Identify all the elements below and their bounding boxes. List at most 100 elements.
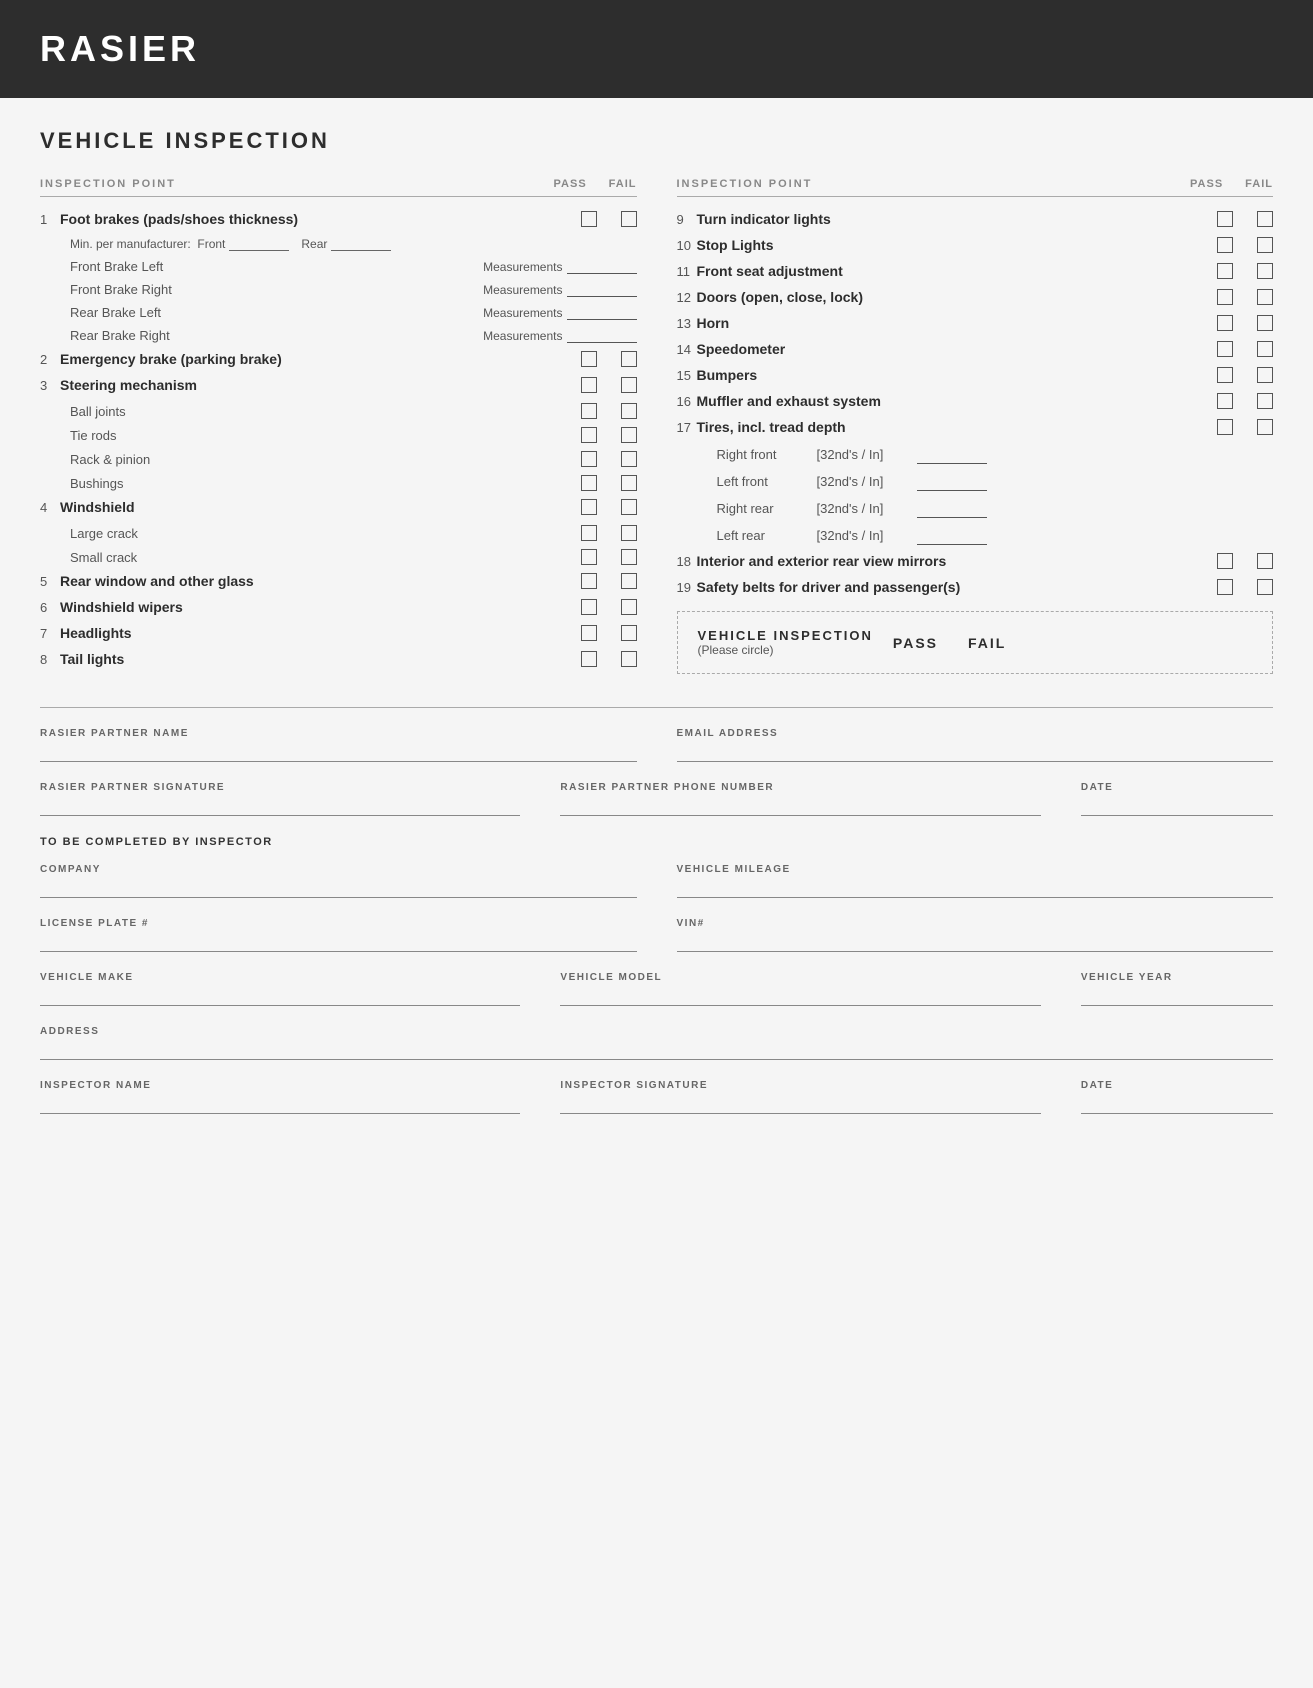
item-13-fail-checkbox[interactable]	[1257, 315, 1273, 331]
tire-right-front: Right front [32nd's / In]	[717, 445, 1274, 464]
form-row-3: COMPANY VEHICLE MILEAGE	[40, 864, 1273, 898]
item-14-checkboxes	[1217, 341, 1273, 357]
item-11-front-seat: 11 Front seat adjustment	[677, 263, 1274, 279]
item-4-pass-checkbox[interactable]	[581, 499, 597, 515]
item-10-checkboxes	[1217, 237, 1273, 253]
year-label: VEHICLE YEAR	[1081, 972, 1273, 983]
summary-fail-label[interactable]: FAIL	[968, 635, 1006, 651]
item-10-pass-checkbox[interactable]	[1217, 237, 1233, 253]
item-15-number: 15	[677, 368, 697, 383]
item-19-fail-checkbox[interactable]	[1257, 579, 1273, 595]
summary-pass-label[interactable]: PASS	[893, 635, 938, 651]
right-pass-fail-header: PASS FAIL	[1190, 178, 1273, 190]
item-10-stop-lights: 10 Stop Lights	[677, 237, 1274, 253]
item-1-foot-brakes: 1 Foot brakes (pads/shoes thickness)	[40, 211, 637, 227]
item-6-number: 6	[40, 600, 60, 615]
item-9-fail-checkbox[interactable]	[1257, 211, 1273, 227]
rack-pinion-pass[interactable]	[581, 451, 597, 467]
item-17-label: Tires, incl. tread depth	[697, 419, 1210, 435]
item-7-fail-checkbox[interactable]	[621, 625, 637, 641]
small-crack-row: Small crack	[70, 549, 637, 565]
model-label: VEHICLE MODEL	[560, 972, 1040, 983]
item-17-fail-checkbox[interactable]	[1257, 419, 1273, 435]
item-1-fail-checkbox[interactable]	[621, 211, 637, 227]
item-9-pass-checkbox[interactable]	[1217, 211, 1233, 227]
item-1-pass-checkbox[interactable]	[581, 211, 597, 227]
item-18-pass-checkbox[interactable]	[1217, 553, 1233, 569]
tie-rods-fail[interactable]	[621, 427, 637, 443]
bushings-pass[interactable]	[581, 475, 597, 491]
item-16-muffler: 16 Muffler and exhaust system	[677, 393, 1274, 409]
large-crack-checkboxes	[581, 525, 637, 541]
item-5-number: 5	[40, 574, 60, 589]
item-15-fail-checkbox[interactable]	[1257, 367, 1273, 383]
item-17-pass-checkbox[interactable]	[1217, 419, 1233, 435]
company-label: COMPANY	[40, 864, 637, 875]
ball-joints-pass[interactable]	[581, 403, 597, 419]
item-16-checkboxes	[1217, 393, 1273, 409]
item-5-rear-window: 5 Rear window and other glass	[40, 573, 637, 589]
item-18-label: Interior and exterior rear view mirrors	[697, 553, 1214, 569]
item-13-pass-checkbox[interactable]	[1217, 315, 1233, 331]
small-crack-pass[interactable]	[581, 549, 597, 565]
small-crack-fail[interactable]	[621, 549, 637, 565]
item-10-fail-checkbox[interactable]	[1257, 237, 1273, 253]
item-7-label: Headlights	[60, 625, 573, 641]
item-2-pass-checkbox[interactable]	[581, 351, 597, 367]
inspector-sig-label: INSPECTOR SIGNATURE	[560, 1080, 1040, 1091]
item-1-label: Foot brakes (pads/shoes thickness)	[60, 211, 573, 227]
item-7-headlights: 7 Headlights	[40, 625, 637, 641]
item-16-fail-checkbox[interactable]	[1257, 393, 1273, 409]
item-14-fail-checkbox[interactable]	[1257, 341, 1273, 357]
license-field: LICENSE PLATE #	[40, 918, 637, 952]
item-7-number: 7	[40, 626, 60, 641]
item-11-pass-checkbox[interactable]	[1217, 263, 1233, 279]
form-row-2: RASIER PARTNER SIGNATURE RASIER PARTNER …	[40, 782, 1273, 816]
rack-pinion-fail[interactable]	[621, 451, 637, 467]
footer-form: RASIER PARTNER NAME EMAIL ADDRESS RASIER…	[40, 707, 1273, 1114]
item-12-pass-checkbox[interactable]	[1217, 289, 1233, 305]
item-4-fail-checkbox[interactable]	[621, 499, 637, 515]
item-18-fail-checkbox[interactable]	[1257, 553, 1273, 569]
item-3-pass-checkbox[interactable]	[581, 377, 597, 393]
large-crack-pass[interactable]	[581, 525, 597, 541]
item-11-fail-checkbox[interactable]	[1257, 263, 1273, 279]
ball-joints-fail[interactable]	[621, 403, 637, 419]
bushings-fail[interactable]	[621, 475, 637, 491]
item-8-pass-checkbox[interactable]	[581, 651, 597, 667]
item-18-mirrors: 18 Interior and exterior rear view mirro…	[677, 553, 1274, 569]
summary-pass-fail: PASS FAIL	[893, 635, 1006, 651]
item-6-fail-checkbox[interactable]	[621, 599, 637, 615]
tie-rods-pass[interactable]	[581, 427, 597, 443]
phone-field: RASIER PARTNER PHONE NUMBER	[560, 782, 1040, 816]
date-field-1: DATE	[1081, 782, 1273, 816]
item-10-number: 10	[677, 238, 697, 253]
item-2-fail-checkbox[interactable]	[621, 351, 637, 367]
front-brake-left-row: Front Brake Left Measurements	[70, 259, 637, 274]
item-8-fail-checkbox[interactable]	[621, 651, 637, 667]
item-16-pass-checkbox[interactable]	[1217, 393, 1233, 409]
left-col-header: INSPECTION POINT PASS FAIL	[40, 178, 637, 197]
item-3-fail-checkbox[interactable]	[621, 377, 637, 393]
item-6-wipers: 6 Windshield wipers	[40, 599, 637, 615]
summary-box: VEHICLE INSPECTION (Please circle) PASS …	[677, 611, 1274, 674]
large-crack-fail[interactable]	[621, 525, 637, 541]
item-10-label: Stop Lights	[697, 237, 1210, 253]
right-inspection-label: INSPECTION POINT	[677, 178, 1191, 190]
inspector-sig-field: INSPECTOR SIGNATURE	[560, 1080, 1040, 1114]
item-5-pass-checkbox[interactable]	[581, 573, 597, 589]
left-column: INSPECTION POINT PASS FAIL 1 Foot brakes…	[40, 178, 637, 677]
item-12-fail-checkbox[interactable]	[1257, 289, 1273, 305]
model-field: VEHICLE MODEL	[560, 972, 1040, 1006]
item-15-pass-checkbox[interactable]	[1217, 367, 1233, 383]
item-19-pass-checkbox[interactable]	[1217, 579, 1233, 595]
item-7-pass-checkbox[interactable]	[581, 625, 597, 641]
left-fail-label: FAIL	[609, 178, 637, 190]
item-19-checkboxes	[1217, 579, 1273, 595]
summary-title: VEHICLE INSPECTION	[698, 628, 873, 643]
date-label-1: DATE	[1081, 782, 1273, 793]
item-14-pass-checkbox[interactable]	[1217, 341, 1233, 357]
item-5-fail-checkbox[interactable]	[621, 573, 637, 589]
item-6-pass-checkbox[interactable]	[581, 599, 597, 615]
page-title: RASIER	[40, 28, 1273, 70]
